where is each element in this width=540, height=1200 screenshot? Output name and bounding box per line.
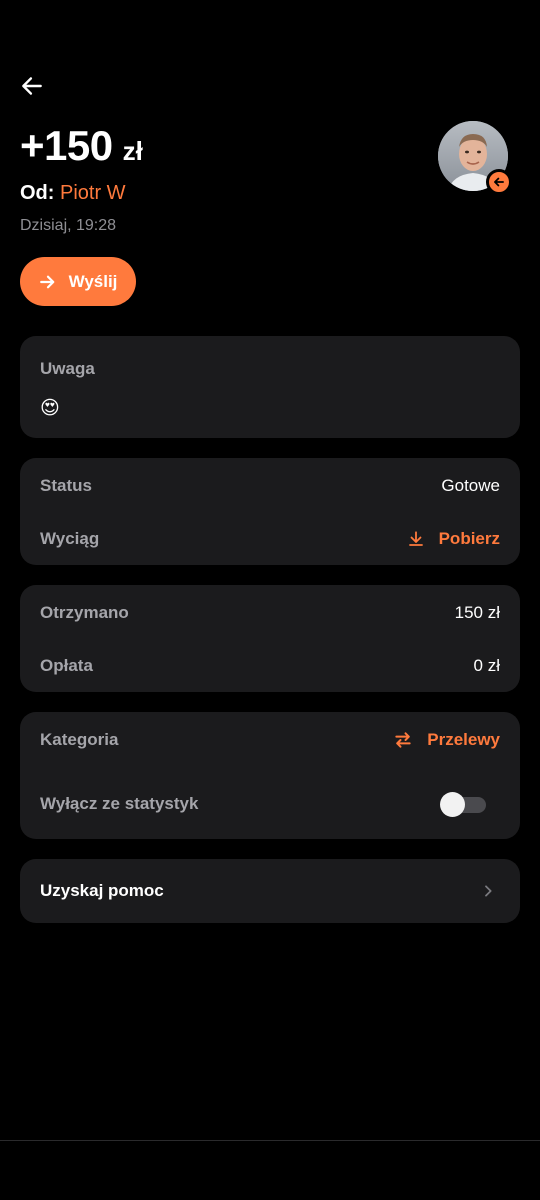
amount-value: +150: [20, 122, 113, 169]
note-emoji: 😍: [40, 397, 60, 419]
help-row: Uzyskaj pomoc: [40, 879, 500, 903]
incoming-arrow-icon: [486, 169, 512, 195]
statement-row: Wyciąg Pobierz: [40, 527, 500, 551]
note-content-row: 😍: [40, 396, 500, 420]
bottom-divider: [0, 1140, 540, 1141]
category-label: Kategoria: [40, 730, 119, 749]
arrow-right-icon: [39, 275, 54, 288]
transaction-details-screen: +150 zł Od: Piotr W Dzisiaj, 19:28 Wyśli…: [0, 0, 540, 1200]
download-statement-button[interactable]: Pobierz: [407, 529, 500, 549]
category-value: Przelewy: [427, 730, 500, 749]
note-label: Uwaga: [40, 359, 95, 378]
back-button[interactable]: [14, 68, 50, 104]
amounts-card: Otrzymano 150 zł Opłata 0 zł: [20, 585, 520, 692]
status-row: Status Gotowe: [40, 474, 500, 498]
status-value: Gotowe: [441, 476, 500, 495]
category-selector[interactable]: Przelewy: [393, 730, 500, 750]
status-card: Status Gotowe Wyciąg Pobierz: [20, 458, 520, 565]
arrow-left-icon: [22, 77, 42, 95]
amount-currency: zł: [122, 136, 143, 166]
category-row: Kategoria Przelewy: [40, 728, 500, 752]
download-statement-label: Pobierz: [438, 529, 500, 548]
status-label: Status: [40, 476, 92, 495]
fee-label: Opłata: [40, 656, 93, 675]
exclude-stats-label: Wyłącz ze statystyk: [40, 794, 199, 813]
get-help-button[interactable]: Uzyskaj pomoc: [20, 859, 520, 923]
sender-name[interactable]: Piotr W: [60, 182, 126, 204]
send-button-label: Wyślij: [68, 271, 118, 291]
sender-prefix: Od:: [20, 182, 55, 204]
exclude-stats-row: Wyłącz ze statystyk: [40, 791, 486, 817]
transaction-date: Dzisiaj, 19:28: [20, 217, 117, 234]
exclude-stats-toggle[interactable]: [440, 792, 486, 817]
note-card: Uwaga 😍: [20, 336, 520, 438]
statement-label: Wyciąg: [40, 529, 100, 548]
toggle-knob: [440, 792, 465, 817]
sender-avatar[interactable]: [438, 121, 512, 195]
received-row: Otrzymano 150 zł: [40, 601, 500, 625]
category-card: Kategoria Przelewy Wyłącz ze statystyk: [20, 712, 520, 839]
help-label: Uzyskaj pomoc: [40, 881, 164, 900]
fee-value: 0 zł: [473, 656, 500, 675]
chevron-right-icon: [485, 885, 492, 897]
note-row: Uwaga: [40, 358, 500, 380]
download-icon: [408, 531, 423, 546]
send-button[interactable]: Wyślij: [20, 257, 136, 306]
fee-row: Opłata 0 zł: [40, 654, 500, 678]
received-label: Otrzymano: [40, 603, 129, 622]
received-value: 150 zł: [454, 603, 500, 622]
swap-arrows-icon: [395, 732, 411, 748]
